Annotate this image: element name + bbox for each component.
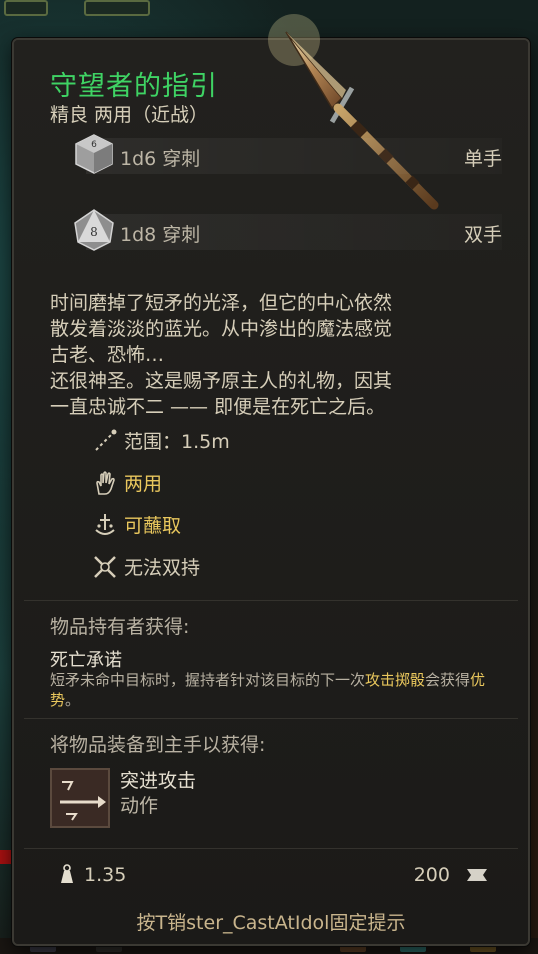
die-face-label: 8 xyxy=(90,225,98,239)
inventory-slot[interactable] xyxy=(84,0,150,16)
spear-image xyxy=(268,14,439,210)
enchantment-description: 短矛未命中目标时，握持者针对该目标的下一次攻击掷骰会获得优势。 xyxy=(50,671,486,709)
lunge-attack-icon[interactable] xyxy=(50,768,110,828)
enchantment-name: 死亡承诺 xyxy=(50,650,122,671)
damage-value: 1d6 穿刺 xyxy=(120,148,201,170)
property-label: 可蘸取 xyxy=(124,515,182,537)
d6-die-icon: 6 xyxy=(75,134,113,174)
weight-icon xyxy=(61,864,73,883)
damage-row-one-hand: 6 1d6 穿刺 单手 xyxy=(50,132,502,180)
property-label: 无法双持 xyxy=(124,557,201,579)
holder-heading: 物品持有者获得: xyxy=(50,616,190,638)
damage-value: 1d8 穿刺 xyxy=(120,224,201,246)
damage-hand: 单手 xyxy=(463,148,502,170)
weight-value: 1.35 xyxy=(84,864,127,886)
hand-icon xyxy=(96,471,115,495)
description-line: 古老、恐怖… xyxy=(50,344,165,366)
property-label: 范围：1.5m xyxy=(124,431,230,453)
damage-row-two-hand: 8 1d8 穿刺 双手 xyxy=(50,208,502,256)
no-dual-wield-icon xyxy=(94,556,116,578)
dip-icon xyxy=(95,514,115,535)
keyword-attack-roll[interactable]: 攻击掷骰 xyxy=(365,671,425,689)
item-subtitle: 精良 两用（近战） xyxy=(50,104,209,126)
action-name: 突进攻击 xyxy=(120,770,197,792)
item-name: 守望者的指引 xyxy=(50,71,218,102)
range-icon xyxy=(95,429,117,451)
d8-die-icon: 8 xyxy=(74,209,114,251)
item-description: 时间磨掉了短矛的光泽，但它的中心依然 散发着淡淡的蓝光。从中渗出的魔法感觉 古老… xyxy=(50,290,490,420)
description-line: 一直忠诚不二 —— 即便是在死亡之后。 xyxy=(50,396,386,418)
item-value: 200 xyxy=(414,864,490,886)
divider xyxy=(24,848,518,849)
item-tooltip: 守望者的指引 精良 两用（近战） 6 1d6 穿刺 单手 8 1d8 穿刺 双手… xyxy=(12,14,530,946)
pin-tooltip-hint: 按T销ster_CastAtIdol固定提示 xyxy=(136,912,406,934)
svg-text:6: 6 xyxy=(91,140,97,150)
equip-heading: 将物品装备到主手以获得: xyxy=(50,734,266,756)
divider xyxy=(24,718,518,719)
lunge-glyph-icon xyxy=(60,781,106,821)
action-type: 动作 xyxy=(120,795,159,817)
description-line: 散发着淡淡的蓝光。从中渗出的魔法感觉 xyxy=(50,318,393,340)
gold-value: 200 xyxy=(413,864,450,886)
description-line: 还很神圣。这是赐予原主人的礼物，因其 xyxy=(50,370,393,392)
damage-hand: 双手 xyxy=(463,224,502,246)
divider xyxy=(24,600,518,601)
inventory-slot[interactable] xyxy=(4,0,48,16)
gold-coin-icon xyxy=(467,869,487,881)
property-label: 两用 xyxy=(124,473,163,495)
item-weight: 1.35 xyxy=(58,864,126,886)
description-line: 时间磨掉了短矛的光泽，但它的中心依然 xyxy=(50,292,393,314)
